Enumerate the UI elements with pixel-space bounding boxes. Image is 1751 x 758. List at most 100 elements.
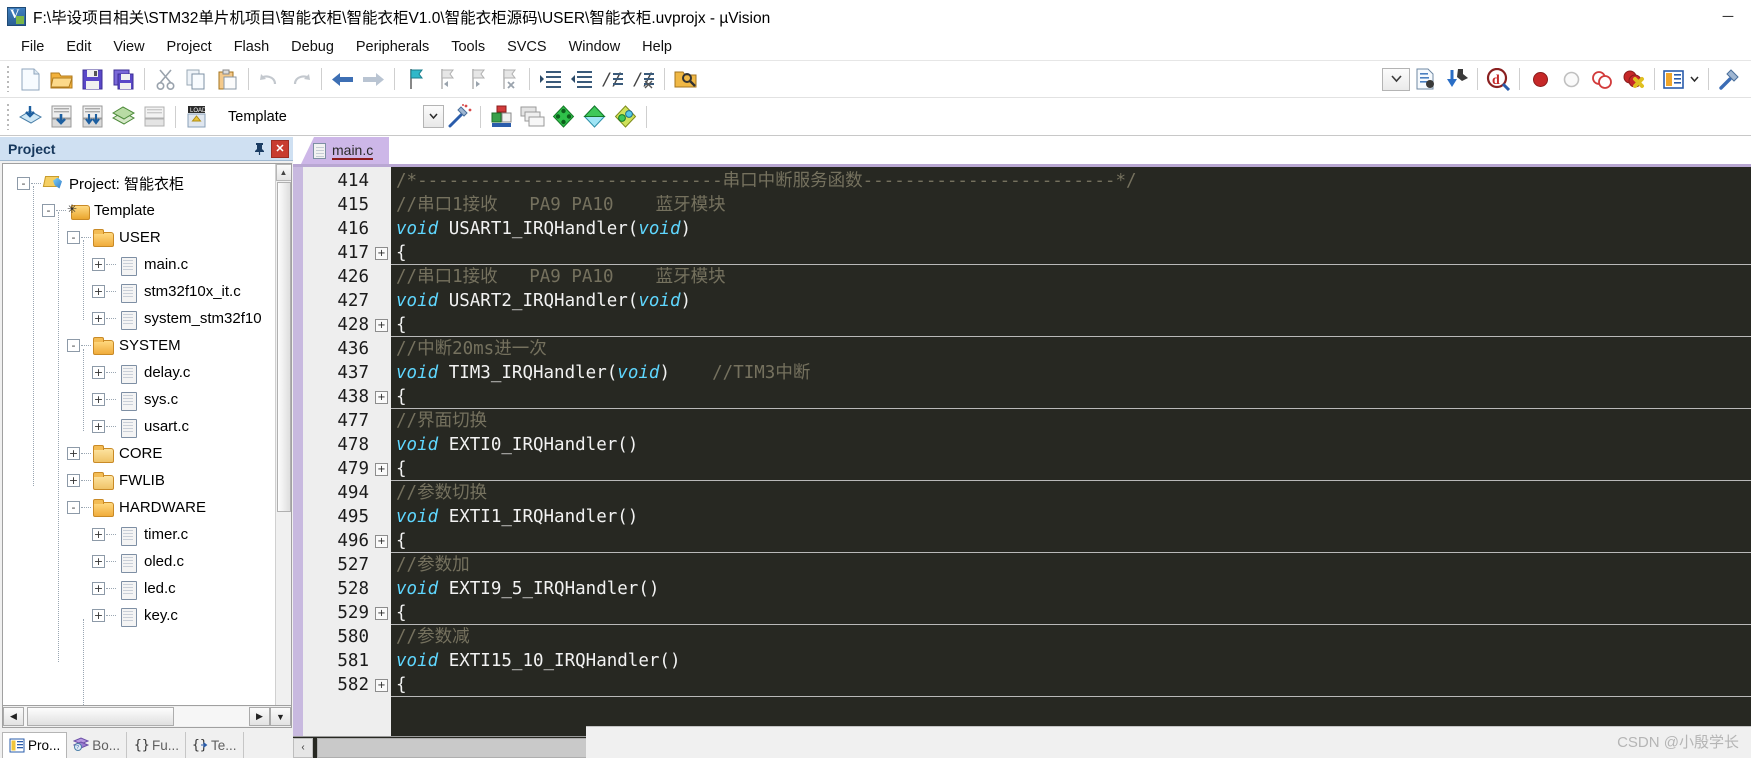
tree-item-key-c[interactable]: + key.c xyxy=(7,602,275,629)
menu-view[interactable]: View xyxy=(102,36,155,58)
tree-item-main-c[interactable]: + main.c xyxy=(7,251,275,278)
tree-item-stm32f10x-it-c[interactable]: + stm32f10x_it.c xyxy=(7,278,275,305)
tree-toggle[interactable]: + xyxy=(92,312,105,325)
tree-item-usart-c[interactable]: + usart.c xyxy=(7,413,275,440)
tree-toggle[interactable]: + xyxy=(92,582,105,595)
tree-item-core[interactable]: + CORE xyxy=(7,440,275,467)
toolbar-grip[interactable] xyxy=(5,66,12,92)
disable-all-breakpoints-icon[interactable] xyxy=(1587,64,1618,95)
uncomment-lines-icon[interactable]: // xyxy=(628,64,659,95)
redo-icon[interactable] xyxy=(285,64,316,95)
undo-icon[interactable] xyxy=(254,64,285,95)
tree-item-timer-c[interactable]: + timer.c xyxy=(7,521,275,548)
kill-all-breakpoints-icon[interactable] xyxy=(1618,64,1649,95)
code-editor[interactable]: 414 415 416 417 +426 427 428 +436 437 438 +477 478 4… xyxy=(293,164,1751,736)
tree-toggle[interactable]: + xyxy=(92,528,105,541)
build-icon[interactable] xyxy=(46,101,77,132)
toolbar-grip[interactable] xyxy=(5,103,12,130)
tree-toggle[interactable]: + xyxy=(67,447,80,460)
code-line[interactable]: //参数加 xyxy=(391,553,1751,577)
fold-toggle-icon[interactable]: + xyxy=(375,390,388,404)
tree-toggle[interactable]: + xyxy=(92,258,105,271)
menu-file[interactable]: File xyxy=(10,36,55,58)
code-line[interactable]: { xyxy=(391,313,1751,337)
pack-installer-icon[interactable] xyxy=(610,101,641,132)
code-line[interactable]: { xyxy=(391,241,1751,265)
tree-toggle[interactable]: - xyxy=(67,339,80,352)
tree-toggle[interactable]: + xyxy=(92,366,105,379)
insert-breakpoint-icon[interactable] xyxy=(1525,64,1556,95)
scroll-down-button[interactable]: ▼ xyxy=(270,707,291,726)
paste-icon[interactable] xyxy=(212,64,243,95)
hscroll-thumb[interactable] xyxy=(27,707,174,726)
tree-toggle[interactable]: - xyxy=(67,231,80,244)
navigate-forward-icon[interactable] xyxy=(358,64,389,95)
find-in-files-icon[interactable] xyxy=(670,64,701,95)
fold-toggle-icon[interactable]: + xyxy=(375,534,388,548)
code-line[interactable]: { xyxy=(391,601,1751,625)
scroll-right-button[interactable]: ▶ xyxy=(249,707,270,726)
code-line[interactable]: /*-----------------------------串口中断服务函数-… xyxy=(391,169,1751,193)
tree-item-led-c[interactable]: + led.c xyxy=(7,575,275,602)
document-tab-main-c[interactable]: main.c xyxy=(301,137,390,164)
configure-target-icon[interactable] xyxy=(1441,64,1472,95)
code-line[interactable]: void EXTI15_10_IRQHandler() xyxy=(391,649,1751,673)
manage-components-green-icon[interactable] xyxy=(548,101,579,132)
fold-toggle-icon[interactable]: + xyxy=(375,462,388,476)
tree-item-fwlib[interactable]: + FWLIB xyxy=(7,467,275,494)
code-line[interactable]: //串口1接收 PA9 PA10 蓝牙模块 xyxy=(391,193,1751,217)
menu-flash[interactable]: Flash xyxy=(223,36,280,58)
target-options-wizard-icon[interactable] xyxy=(444,101,475,132)
insert-file-icon[interactable] xyxy=(1410,64,1441,95)
menu-edit[interactable]: Edit xyxy=(55,36,102,58)
menu-svcs[interactable]: SVCS xyxy=(496,36,558,58)
tree-item-hardware[interactable]: - HARDWARE xyxy=(7,494,275,521)
pin-icon[interactable] xyxy=(250,140,268,158)
batch-build-icon[interactable] xyxy=(108,101,139,132)
code-line[interactable]: void EXTI9_5_IRQHandler() xyxy=(391,577,1751,601)
fold-toggle-icon[interactable]: + xyxy=(375,678,388,692)
copy-icon[interactable] xyxy=(181,64,212,95)
download-to-flash-icon[interactable]: LOAD xyxy=(181,101,212,132)
manage-project-items-icon[interactable] xyxy=(486,101,517,132)
code-line[interactable]: void EXTI0_IRQHandler() xyxy=(391,433,1751,457)
window-layout-icon[interactable] xyxy=(1660,64,1686,95)
menu-project[interactable]: Project xyxy=(156,36,223,58)
code-line[interactable]: { xyxy=(391,529,1751,553)
cut-icon[interactable] xyxy=(150,64,181,95)
search-scope-dropdown[interactable] xyxy=(1382,67,1410,91)
navigate-back-icon[interactable] xyxy=(327,64,358,95)
tree-item-oled-c[interactable]: + oled.c xyxy=(7,548,275,575)
tree-item-system-stm32f10[interactable]: + system_stm32f10 xyxy=(7,305,275,332)
comment-lines-icon[interactable]: // xyxy=(597,64,628,95)
fold-toggle-icon[interactable]: + xyxy=(375,606,388,620)
fold-toggle-icon[interactable]: + xyxy=(375,246,388,260)
tree-item-user[interactable]: - USER xyxy=(7,224,275,251)
bookmark-next-icon[interactable] xyxy=(462,64,493,95)
code-line[interactable]: //参数切换 xyxy=(391,481,1751,505)
bookmark-prev-icon[interactable] xyxy=(431,64,462,95)
project-tree[interactable]: - Project: 智能衣柜 - Template - xyxy=(3,164,275,705)
code-line[interactable]: //界面切换 xyxy=(391,409,1751,433)
target-selector[interactable]: Template xyxy=(222,104,444,129)
tree-toggle[interactable]: + xyxy=(92,420,105,433)
project-tree-hscrollbar[interactable]: ◀ ▶ ▼ xyxy=(2,706,292,728)
indent-decrease-icon[interactable] xyxy=(566,64,597,95)
code-line[interactable]: void TIM3_IRQHandler(void) //TIM3中断 xyxy=(391,361,1751,385)
indent-increase-icon[interactable] xyxy=(535,64,566,95)
tree-item-delay-c[interactable]: + delay.c xyxy=(7,359,275,386)
start-debug-icon[interactable]: d xyxy=(1483,64,1514,95)
tab-books[interactable]: ? Bo... xyxy=(67,732,128,758)
tree-toggle[interactable]: + xyxy=(67,474,80,487)
scroll-left-button[interactable]: ◀ xyxy=(3,707,24,726)
bookmark-toggle-icon[interactable] xyxy=(400,64,431,95)
tree-item-sys-c[interactable]: + sys.c xyxy=(7,386,275,413)
tab-project[interactable]: Pro... xyxy=(2,732,68,758)
tab-functions[interactable]: {} Fu... xyxy=(127,732,187,758)
tree-toggle[interactable]: + xyxy=(92,285,105,298)
open-file-icon[interactable] xyxy=(46,64,77,95)
code-line[interactable]: void EXTI1_IRQHandler() xyxy=(391,505,1751,529)
tab-templates[interactable]: {} Te... xyxy=(186,732,244,758)
tree-toggle[interactable]: - xyxy=(67,501,80,514)
code-line[interactable]: void USART1_IRQHandler(void) xyxy=(391,217,1751,241)
